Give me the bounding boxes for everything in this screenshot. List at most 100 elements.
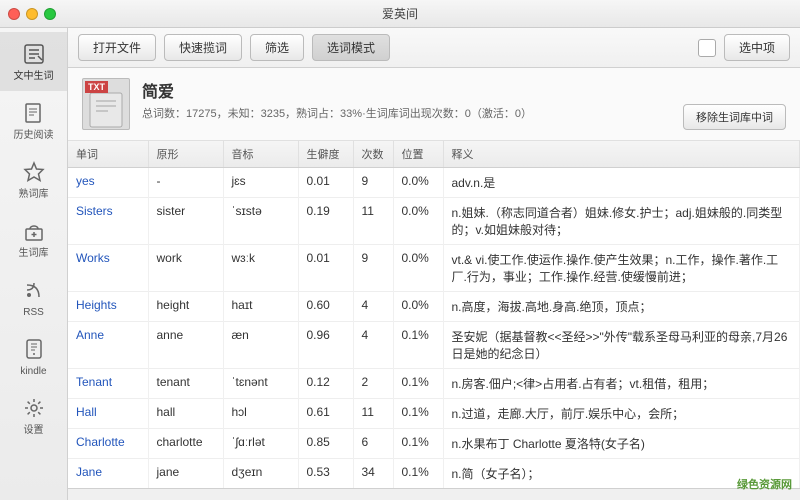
table-body: yes-jɛs0.0190.0%adv.n.是Sisterssisterˈsɪs…	[68, 168, 800, 489]
cell-pos: 0.0%	[393, 245, 443, 292]
cell-pos: 0.1%	[393, 459, 443, 489]
cell-freq: 0.01	[298, 245, 353, 292]
cell-freq: 0.85	[298, 429, 353, 459]
cell-count: 11	[353, 399, 393, 429]
cell-phonetic: hɔl	[223, 399, 298, 429]
word-table-container[interactable]: 单词 原形 音标 生僻度 次数 位置 释义 yes-jɛs0.0190.0%ad…	[68, 141, 800, 488]
cell-pos: 0.0%	[393, 168, 443, 198]
move-to-library-button[interactable]: 移除生词库中词	[683, 104, 786, 130]
cell-phonetic: ˈʃɑːrlət	[223, 429, 298, 459]
table-row[interactable]: Anneanneæn0.9640.1%圣安妮（据基督教<<圣经>>"外传"载系圣…	[68, 322, 800, 369]
sidebar-item-familiar-words[interactable]: 熟词库	[0, 150, 67, 209]
cell-count: 4	[353, 322, 393, 369]
table-row[interactable]: Tenanttenantˈtɛnənt0.1220.1%n.房客.佃户;<律>占…	[68, 369, 800, 399]
open-file-button[interactable]: 打开文件	[78, 34, 156, 61]
maximize-button[interactable]	[44, 8, 56, 20]
window-controls[interactable]	[8, 8, 56, 20]
quick-search-button[interactable]: 快速揽词	[164, 34, 242, 61]
cell-base: charlotte	[148, 429, 223, 459]
cell-freq: 0.19	[298, 198, 353, 245]
cell-pos: 0.1%	[393, 369, 443, 399]
cell-meaning: n.过道，走廊.大厅，前厅.娱乐中心，会所；	[443, 399, 800, 429]
table-row[interactable]: Heightsheighthaɪt0.6040.0%n.高度，海拔.高地.身高.…	[68, 292, 800, 322]
sidebar-label-familiar: 熟词库	[19, 189, 49, 201]
cell-meaning: 圣安妮（据基督教<<圣经>>"外传"载系圣母马利亚的母亲,7月26日是她的纪念日…	[443, 322, 800, 369]
cell-word: Charlotte	[68, 429, 148, 459]
sidebar-item-kindle[interactable]: kindle	[0, 327, 67, 386]
title-bar: 爱英间	[0, 0, 800, 28]
cell-phonetic: wɜːk	[223, 245, 298, 292]
cell-count: 9	[353, 245, 393, 292]
cell-pos: 0.1%	[393, 429, 443, 459]
select-checkbox[interactable]	[698, 39, 716, 57]
header-phonetic: 音标	[223, 141, 298, 168]
cell-meaning: vt.& vi.使工作.使运作.操作.使产生效果；n.工作，操作.著作.工厂.行…	[443, 245, 800, 292]
book-cover: TXT	[82, 78, 130, 130]
table-row[interactable]: Sisterssisterˈsɪstə0.19110.0%n.姐妹.（称志同道合…	[68, 198, 800, 245]
cell-word: Sisters	[68, 198, 148, 245]
cell-base: hall	[148, 399, 223, 429]
sidebar-label-history: 历史阅读	[14, 130, 54, 142]
cell-freq: 0.12	[298, 369, 353, 399]
main-content: 打开文件 快速揽词 筛选 选词模式 选中项 TXT 简爱 总词数：17275，	[68, 28, 800, 500]
kindle-icon	[20, 335, 48, 363]
sidebar-label-new-words: 生词库	[19, 248, 49, 260]
cell-freq: 0.01	[298, 168, 353, 198]
book-title: 简爱	[142, 78, 671, 102]
table-row[interactable]: yes-jɛs0.0190.0%adv.n.是	[68, 168, 800, 198]
cell-base: -	[148, 168, 223, 198]
sidebar-item-reading-history[interactable]: 历史阅读	[0, 91, 67, 150]
sidebar-item-text-words[interactable]: 文中生词	[0, 32, 67, 91]
settings-icon	[20, 394, 48, 422]
book-info-panel: TXT 简爱 总词数：17275，未知：3235，熟词占：33%·生词库词出现次…	[68, 68, 800, 141]
cell-pos: 0.0%	[393, 198, 443, 245]
header-freq: 生僻度	[298, 141, 353, 168]
window-title: 爱英间	[382, 5, 418, 22]
table-row[interactable]: Worksworkwɜːk0.0190.0%vt.& vi.使工作.使运作.操作…	[68, 245, 800, 292]
cell-freq: 0.61	[298, 399, 353, 429]
cell-pos: 0.1%	[393, 322, 443, 369]
reading-history-icon	[20, 99, 48, 127]
sidebar-item-rss[interactable]: RSS	[0, 268, 67, 327]
cell-base: tenant	[148, 369, 223, 399]
word-table: 单词 原形 音标 生僻度 次数 位置 释义 yes-jɛs0.0190.0%ad…	[68, 141, 800, 488]
cell-count: 6	[353, 429, 393, 459]
cell-meaning: n.水果布丁 Charlotte 夏洛特(女子名)	[443, 429, 800, 459]
cell-word: yes	[68, 168, 148, 198]
sidebar-label-settings: 设置	[24, 425, 44, 437]
header-base: 原形	[148, 141, 223, 168]
sidebar-item-settings[interactable]: 设置	[0, 386, 67, 445]
cell-pos: 0.0%	[393, 292, 443, 322]
cell-base: height	[148, 292, 223, 322]
cell-word: Anne	[68, 322, 148, 369]
sidebar-item-new-words[interactable]: 生词库	[0, 209, 67, 268]
close-button[interactable]	[8, 8, 20, 20]
table-header-row: 单词 原形 音标 生僻度 次数 位置 释义	[68, 141, 800, 168]
table-row[interactable]: Janejanedʒeɪn0.53340.1%n.简（女子名）；	[68, 459, 800, 489]
minimize-button[interactable]	[26, 8, 38, 20]
cell-meaning: n.姐妹.（称志同道合者）姐妹.修女.护士；adj.姐妹般的.同类型的；v.如姐…	[443, 198, 800, 245]
book-cover-type: TXT	[85, 81, 108, 93]
table-row[interactable]: Hallhallhɔl0.61110.1%n.过道，走廊.大厅，前厅.娱乐中心，…	[68, 399, 800, 429]
cell-freq: 0.60	[298, 292, 353, 322]
table-row[interactable]: Charlottecharlotteˈʃɑːrlət0.8560.1%n.水果布…	[68, 429, 800, 459]
cell-freq: 0.96	[298, 322, 353, 369]
new-words-icon	[20, 217, 48, 245]
cell-phonetic: æn	[223, 322, 298, 369]
header-count: 次数	[353, 141, 393, 168]
cell-word: Works	[68, 245, 148, 292]
sidebar-label-rss: RSS	[23, 307, 44, 319]
bottom-scrollbar[interactable]	[68, 488, 800, 500]
cell-meaning: n.高度，海拔.高地.身高.绝顶，顶点；	[443, 292, 800, 322]
cell-count: 34	[353, 459, 393, 489]
watermark: 绿色资源网	[737, 476, 792, 492]
select-item-button[interactable]: 选中项	[724, 34, 790, 61]
filter-button[interactable]: 筛选	[250, 34, 304, 61]
header-meaning: 释义	[443, 141, 800, 168]
sidebar-label-kindle: kindle	[20, 366, 46, 378]
select-mode-button[interactable]: 选词模式	[312, 34, 390, 61]
cell-base: sister	[148, 198, 223, 245]
cell-word: Heights	[68, 292, 148, 322]
cell-word: Jane	[68, 459, 148, 489]
cell-count: 4	[353, 292, 393, 322]
